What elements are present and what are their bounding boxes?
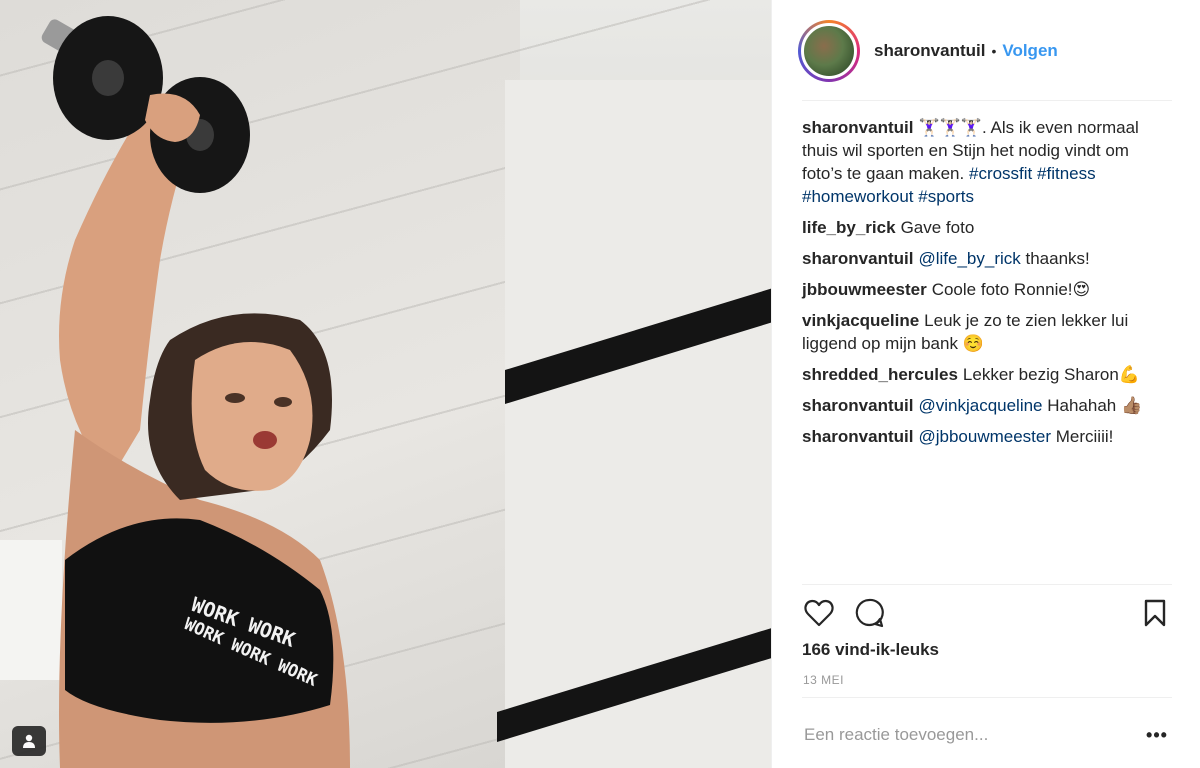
comment-item: sharonvantuil @life_by_rick thaanks! bbox=[802, 247, 1172, 270]
comment-text: thaanks! bbox=[1025, 249, 1090, 268]
avatar[interactable] bbox=[798, 20, 860, 82]
comment-text: Lekker bezig Sharon💪 bbox=[962, 365, 1141, 384]
comment-button[interactable] bbox=[852, 596, 886, 630]
likes-count[interactable]: 166 vind-ik-leuks bbox=[802, 640, 939, 660]
heart-icon bbox=[804, 599, 834, 627]
comment-item: shredded_hercules Lekker bezig Sharon💪 bbox=[802, 363, 1172, 386]
comment-username[interactable]: vinkjacqueline bbox=[802, 311, 919, 330]
comment-caption: sharonvantuil 🏋🏻‍♀️🏋🏻‍♀️🏋🏻‍♀️. Als ik eve… bbox=[802, 116, 1172, 208]
comment-mention[interactable]: @vinkjacqueline bbox=[918, 396, 1042, 415]
bookmark-icon bbox=[1144, 599, 1166, 627]
comment-item: sharonvantuil @vinkjacqueline Hahahah 👍🏽 bbox=[802, 394, 1172, 417]
comment-item: sharonvantuil @jbbouwmeester Merciiii! bbox=[802, 425, 1172, 448]
header-username[interactable]: sharonvantuil bbox=[874, 41, 985, 61]
hashtag-fitness[interactable]: #fitness bbox=[1037, 164, 1096, 183]
post-date: 13 MEI bbox=[803, 673, 845, 687]
comment-mention[interactable]: @jbbouwmeester bbox=[918, 427, 1051, 446]
comment-text: Hahahah 👍🏽 bbox=[1047, 396, 1143, 415]
comment-username[interactable]: sharonvantuil bbox=[802, 249, 913, 268]
comment-text: Gave foto bbox=[900, 218, 975, 237]
comment-username[interactable]: jbbouwmeester bbox=[802, 280, 927, 299]
comment-item: vinkjacqueline Leuk je zo te zien lekker … bbox=[802, 309, 1172, 355]
comment-username[interactable]: sharonvantuil bbox=[802, 118, 913, 137]
follow-button[interactable]: Volgen bbox=[1002, 41, 1057, 61]
comment-text: Coole foto Ronnie!😍 bbox=[931, 280, 1091, 299]
hashtag-crossfit[interactable]: #crossfit bbox=[969, 164, 1032, 183]
header-separator: • bbox=[991, 43, 997, 59]
comment-item: life_by_rick Gave foto bbox=[802, 216, 1172, 239]
comment-text: Merciiii! bbox=[1055, 427, 1114, 446]
hashtag-sports[interactable]: #sports bbox=[918, 187, 974, 206]
tagged-user-icon[interactable] bbox=[12, 726, 46, 756]
post-header: sharonvantuil • Volgen bbox=[798, 20, 1172, 82]
comment-username[interactable]: sharonvantuil bbox=[802, 427, 913, 446]
comment-username[interactable]: sharonvantuil bbox=[802, 396, 913, 415]
more-options-button[interactable]: ••• bbox=[1142, 724, 1172, 746]
instagram-post: WORK WORK WORK WORK WORK sharonvantuil • bbox=[0, 0, 1200, 768]
divider bbox=[802, 584, 1172, 585]
avatar-image bbox=[801, 23, 857, 79]
add-comment-input[interactable] bbox=[804, 722, 1122, 748]
divider bbox=[802, 697, 1172, 698]
comments-list: sharonvantuil 🏋🏻‍♀️🏋🏻‍♀️🏋🏻‍♀️. Als ik eve… bbox=[802, 116, 1172, 456]
divider bbox=[802, 100, 1172, 101]
comment-bubble-icon bbox=[855, 598, 884, 628]
comment-username[interactable]: shredded_hercules bbox=[802, 365, 958, 384]
hashtag-homeworkout[interactable]: #homeworkout bbox=[802, 187, 914, 206]
comment-username[interactable]: life_by_rick bbox=[802, 218, 896, 237]
save-button[interactable] bbox=[1138, 596, 1172, 630]
post-side-panel: sharonvantuil • Volgen sharonvantuil 🏋🏻‍♀… bbox=[771, 0, 1200, 768]
post-photo[interactable]: WORK WORK WORK WORK WORK bbox=[0, 0, 771, 768]
woman-lifting-dumbbell: WORK WORK WORK WORK WORK bbox=[41, 16, 350, 768]
comment-mention[interactable]: @life_by_rick bbox=[918, 249, 1020, 268]
comment-item: jbbouwmeester Coole foto Ronnie!😍 bbox=[802, 278, 1172, 301]
like-button[interactable] bbox=[802, 596, 836, 630]
post-actions bbox=[802, 596, 1172, 630]
